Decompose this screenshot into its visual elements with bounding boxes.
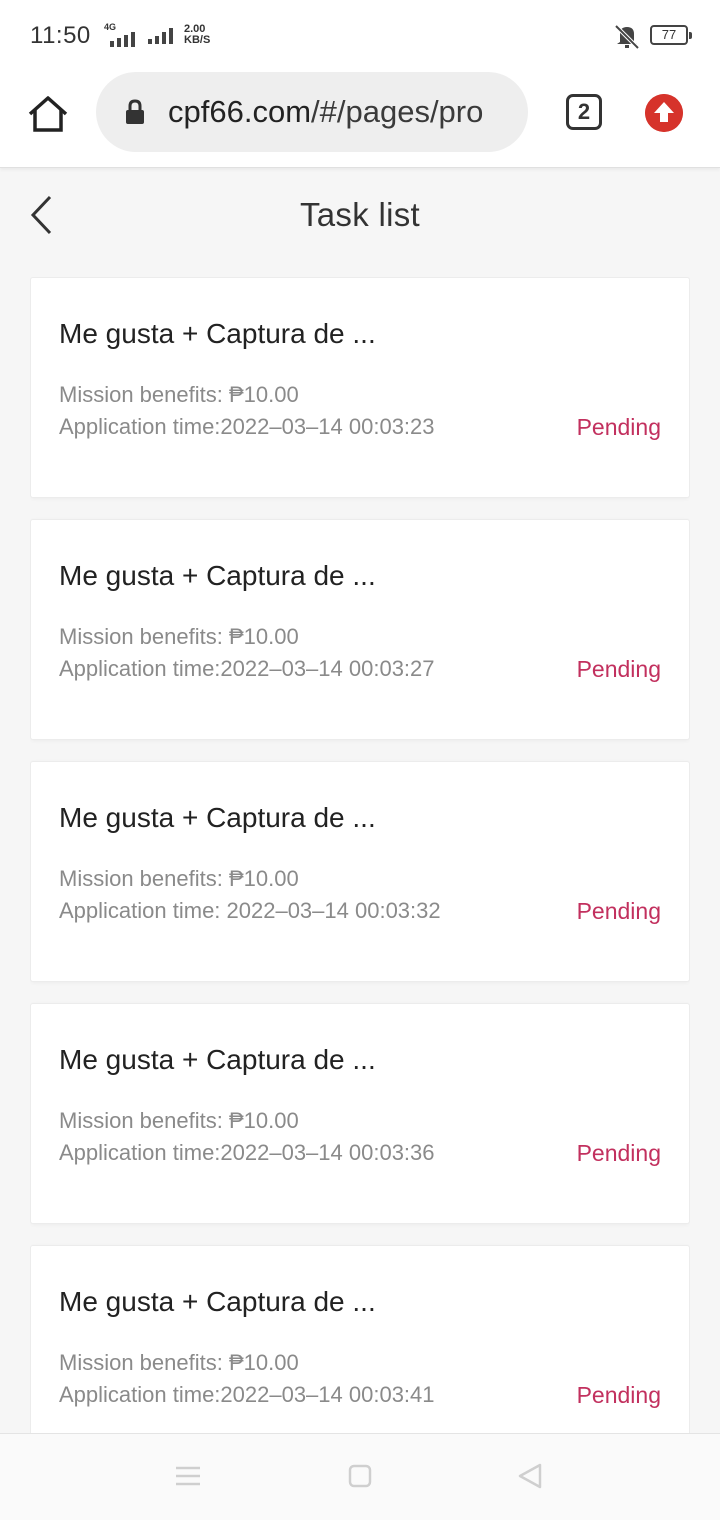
task-list[interactable]: Me gusta + Captura de ... Mission benefi… — [30, 277, 690, 1433]
task-application-time: Application time:2022–03–14 00:03:36 — [59, 1140, 435, 1165]
page-header: Task list — [0, 170, 720, 258]
back-triangle-icon[interactable] — [516, 1462, 544, 1490]
task-benefits: Mission benefits: ₱10.00 — [59, 624, 299, 649]
url-host: cpf66.com — [168, 94, 312, 129]
task-application-time: Application time: 2022–03–14 00:03:32 — [59, 898, 441, 923]
mute-icon — [614, 24, 640, 50]
menu-icon[interactable] — [174, 1464, 202, 1488]
task-status: Pending — [576, 1140, 661, 1166]
system-nav-bar — [0, 1433, 720, 1520]
task-benefits: Mission benefits: ₱10.00 — [59, 1108, 299, 1133]
task-title: Me gusta + Captura de ... — [59, 318, 376, 349]
browser-toolbar: cpf66.com/#/pages/pro 2 — [0, 72, 720, 168]
task-status: Pending — [576, 1382, 661, 1408]
lock-icon — [126, 99, 144, 124]
page-title: Task list — [299, 196, 421, 233]
task-application-time: Application time:2022–03–14 00:03:41 — [59, 1382, 435, 1407]
home-icon[interactable] — [26, 92, 70, 136]
status-time: 11:50 — [30, 22, 91, 49]
net-speed: 2.00 KB/S — [184, 24, 210, 46]
signal-icon: 4G — [100, 22, 142, 48]
update-icon[interactable] — [645, 94, 683, 132]
signal-icon-2 — [148, 28, 173, 44]
task-title: Me gusta + Captura de ... — [59, 1044, 376, 1075]
task-title: Me gusta + Captura de ... — [59, 802, 376, 833]
task-card[interactable]: Me gusta + Captura de ... Mission benefi… — [30, 1245, 690, 1433]
task-status: Pending — [576, 414, 661, 440]
url-text: cpf66.com/#/pages/pro — [168, 94, 514, 130]
network-type: 4G — [104, 22, 117, 32]
task-benefits: Mission benefits: ₱10.00 — [59, 1350, 299, 1375]
task-card[interactable]: Me gusta + Captura de ... Mission benefi… — [30, 519, 690, 740]
task-card[interactable]: Me gusta + Captura de ... Mission benefi… — [30, 277, 690, 498]
task-benefits: Mission benefits: ₱10.00 — [59, 866, 299, 891]
task-card[interactable]: Me gusta + Captura de ... Mission benefi… — [30, 761, 690, 982]
url-bar[interactable]: cpf66.com/#/pages/pro — [96, 72, 528, 152]
task-application-time: Application time:2022–03–14 00:03:27 — [59, 656, 435, 681]
task-application-time: Application time:2022–03–14 00:03:23 — [59, 414, 435, 439]
task-card[interactable]: Me gusta + Captura de ... Mission benefi… — [30, 1003, 690, 1224]
battery-icon: 77 — [650, 25, 692, 45]
task-status: Pending — [576, 656, 661, 682]
home-square-icon[interactable] — [348, 1464, 372, 1488]
tabs-button[interactable]: 2 — [566, 94, 602, 130]
task-status: Pending — [576, 898, 661, 924]
task-title: Me gusta + Captura de ... — [59, 1286, 376, 1317]
net-speed-unit: KB/S — [184, 34, 211, 46]
url-path: /#/pages/pro — [311, 94, 484, 129]
status-bar: 11:50 4G 2.00 KB/S 77 — [0, 0, 720, 72]
task-title: Me gusta + Captura de ... — [59, 560, 376, 591]
task-benefits: Mission benefits: ₱10.00 — [59, 382, 299, 407]
